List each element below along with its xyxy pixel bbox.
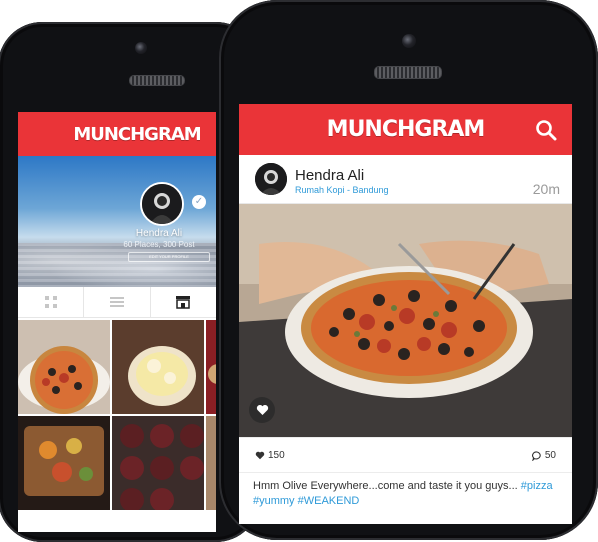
likes-count[interactable]: 150 bbox=[255, 450, 285, 461]
heart-icon bbox=[255, 451, 265, 460]
hashtag[interactable]: #pizza bbox=[521, 480, 553, 492]
avatar[interactable] bbox=[140, 182, 184, 226]
front-camera bbox=[402, 34, 416, 48]
earpiece bbox=[129, 75, 185, 86]
grid-photo-roast[interactable] bbox=[18, 416, 110, 510]
feed-screen: MUNCHGRAM Hendra Ali Rumah Kopi - Bandun… bbox=[239, 104, 572, 524]
list-view-icon bbox=[109, 297, 124, 307]
cover-clouds bbox=[18, 243, 216, 287]
app-header: MUNCHGRAM bbox=[239, 104, 572, 155]
search-icon[interactable] bbox=[534, 118, 558, 142]
post-caption: Hmm Olive Everywhere...come and taste it… bbox=[239, 472, 572, 515]
hashtag[interactable]: #WEAKEND bbox=[298, 495, 360, 507]
profile-stats: 60 Places, 300 Post bbox=[123, 240, 195, 249]
comments-count[interactable]: 50 bbox=[531, 450, 556, 461]
tab-grid[interactable] bbox=[18, 287, 85, 317]
verified-icon: ✓ bbox=[192, 195, 206, 209]
grid-photo-partial-2[interactable] bbox=[206, 416, 216, 510]
view-tabs bbox=[18, 287, 216, 318]
grid-photo-cupcakes[interactable] bbox=[112, 416, 204, 510]
likes-value: 150 bbox=[268, 450, 285, 461]
front-camera bbox=[135, 42, 147, 54]
app-logo: MUNCHGRAM bbox=[73, 123, 201, 145]
avatar[interactable] bbox=[255, 163, 287, 195]
like-button[interactable] bbox=[249, 397, 275, 423]
front-phone: MUNCHGRAM Hendra Ali Rumah Kopi - Bandun… bbox=[219, 0, 598, 540]
app-header: MUNCHGRAM bbox=[18, 112, 216, 156]
grid-photo-pizza[interactable] bbox=[18, 320, 110, 414]
earpiece bbox=[374, 66, 442, 79]
caption-text: Hmm Olive Everywhere...come and taste it… bbox=[253, 480, 521, 492]
post-author[interactable]: Hendra Ali bbox=[295, 167, 364, 184]
post-photo[interactable] bbox=[239, 204, 572, 437]
comments-value: 50 bbox=[544, 450, 556, 461]
hashtag[interactable]: #yummy bbox=[253, 495, 295, 507]
grid-photo-pasta[interactable] bbox=[112, 320, 204, 414]
photo-grid bbox=[18, 318, 216, 510]
post-time: 20m bbox=[532, 181, 560, 197]
edit-profile-button[interactable]: EDIT YOUR PROFILE bbox=[128, 252, 210, 262]
tab-list[interactable] bbox=[84, 287, 151, 317]
grid-photo-partial[interactable] bbox=[206, 320, 216, 414]
tab-places[interactable] bbox=[151, 287, 216, 317]
post-header: Hendra Ali Rumah Kopi - Bandung 20m bbox=[239, 155, 572, 204]
post-stats: 150 50 bbox=[239, 437, 572, 472]
heart-icon bbox=[256, 404, 268, 415]
profile-name: Hendra Ali bbox=[135, 228, 183, 239]
post-location[interactable]: Rumah Kopi - Bandung bbox=[295, 185, 389, 195]
store-icon bbox=[176, 296, 191, 309]
profile-screen: MUNCHGRAM ✓ Hendra Ali 60 Places, 300 Po… bbox=[18, 112, 216, 532]
profile-cover: ✓ Hendra Ali 60 Places, 300 Post EDIT YO… bbox=[18, 156, 216, 287]
app-logo: MUNCHGRAM bbox=[326, 117, 486, 142]
grid-view-icon bbox=[44, 296, 57, 308]
comment-icon bbox=[531, 450, 541, 461]
